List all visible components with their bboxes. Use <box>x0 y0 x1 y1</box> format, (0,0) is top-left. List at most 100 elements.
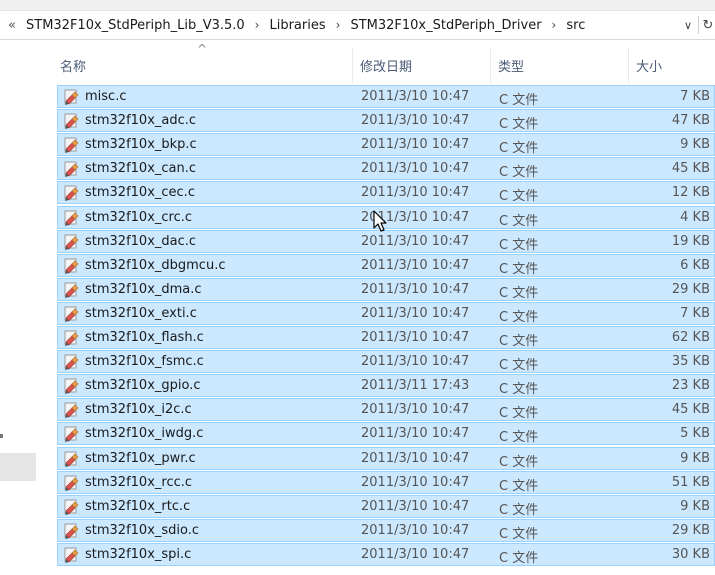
file-size: 45 KB <box>671 161 710 177</box>
file-type: C 文件 <box>499 358 539 374</box>
breadcrumb-overflow-button[interactable]: « <box>2 18 22 33</box>
file-row[interactable]: stm32f10x_i2c.c 2011/3/10 10:47 C 文件 45 KB <box>57 398 715 422</box>
file-modified-date: 2011/3/10 10:47 <box>361 233 470 249</box>
address-bar[interactable]: « STM32F10x_StdPeriph_Lib_V3.5.0 › Libra… <box>0 11 715 40</box>
file-size: 29 KB <box>671 281 710 297</box>
column-divider[interactable] <box>490 48 491 84</box>
breadcrumb: « STM32F10x_StdPeriph_Lib_V3.5.0 › Libra… <box>0 11 589 39</box>
c-source-file-icon <box>64 475 79 491</box>
breadcrumb-item-libraries[interactable]: Libraries <box>265 18 329 33</box>
file-type: C 文件 <box>499 165 539 181</box>
c-source-file-icon <box>64 523 79 539</box>
file-row[interactable]: stm32f10x_cec.c 2011/3/10 10:47 C 文件 12 KB <box>57 181 715 205</box>
file-name: stm32f10x_spi.c <box>85 546 192 562</box>
c-source-file-icon <box>64 499 79 515</box>
nav-item-marker <box>0 434 3 438</box>
breadcrumb-separator-icon[interactable]: › <box>249 18 266 32</box>
breadcrumb-separator-icon[interactable]: › <box>330 18 347 32</box>
file-type: C 文件 <box>499 526 539 542</box>
c-source-file-icon <box>64 451 79 467</box>
file-type: C 文件 <box>499 117 539 133</box>
file-row[interactable]: stm32f10x_spi.c 2011/3/10 10:47 C 文件 30 KB <box>57 542 715 566</box>
file-size: 35 KB <box>671 354 710 370</box>
file-type: C 文件 <box>499 502 539 518</box>
file-row[interactable]: stm32f10x_gpio.c 2011/3/11 17:43 C 文件 23 KB <box>57 374 715 398</box>
column-header-size[interactable]: 大小 <box>636 56 662 75</box>
column-header: ^ 名称 修改日期 类型 大小 <box>52 40 715 84</box>
file-size: 9 KB <box>680 450 710 466</box>
file-modified-date: 2011/3/10 10:47 <box>361 113 470 129</box>
file-size: 23 KB <box>671 378 710 394</box>
file-row[interactable]: stm32f10x_dbgmcu.c 2011/3/10 10:47 C 文件 6 K… <box>57 253 715 277</box>
navigation-pane[interactable] <box>0 40 40 575</box>
file-size: 51 KB <box>671 474 710 490</box>
file-type: C 文件 <box>499 430 539 446</box>
file-row[interactable]: stm32f10x_bkp.c 2011/3/10 10:47 C 文件 9 KB <box>57 133 715 157</box>
c-source-file-icon <box>64 89 79 105</box>
file-type: C 文件 <box>499 261 539 277</box>
file-modified-date: 2011/3/10 10:47 <box>361 281 470 297</box>
file-row[interactable]: misc.c 2011/3/10 10:47 C 文件 7 KB <box>57 85 715 108</box>
file-size: 9 KB <box>680 498 710 514</box>
breadcrumb-item-src[interactable]: src <box>562 18 589 33</box>
file-type: C 文件 <box>499 406 539 422</box>
file-name: stm32f10x_sdio.c <box>85 522 200 538</box>
file-size: 5 KB <box>680 426 710 442</box>
window-top-strip <box>0 0 715 11</box>
file-size: 47 KB <box>671 113 710 129</box>
file-row[interactable]: stm32f10x_rcc.c 2011/3/10 10:47 C 文件 51 KB <box>57 470 715 494</box>
file-row[interactable]: stm32f10x_adc.c 2011/3/10 10:47 C 文件 47 KB <box>57 109 715 133</box>
file-modified-date: 2011/3/10 10:47 <box>361 185 470 201</box>
breadcrumb-item-driver[interactable]: STM32F10x_StdPeriph_Driver <box>346 18 545 33</box>
column-header-type[interactable]: 类型 <box>498 56 524 75</box>
file-modified-date: 2011/3/10 10:47 <box>361 474 470 490</box>
column-divider[interactable] <box>352 48 353 84</box>
c-source-file-icon <box>64 137 79 154</box>
file-type: C 文件 <box>499 334 539 349</box>
file-modified-date: 2011/3/10 10:47 <box>361 330 470 345</box>
file-name: stm32f10x_fsmc.c <box>85 354 204 370</box>
file-modified-date: 2011/3/10 10:47 <box>361 305 470 321</box>
column-header-name[interactable]: 名称 <box>60 56 86 75</box>
c-source-file-icon <box>64 161 79 178</box>
breadcrumb-separator-icon[interactable]: › <box>546 18 563 32</box>
file-type: C 文件 <box>499 285 539 301</box>
file-name: stm32f10x_can.c <box>85 161 197 177</box>
file-type: C 文件 <box>499 550 539 566</box>
file-size: 30 KB <box>671 546 710 562</box>
file-row[interactable]: stm32f10x_fsmc.c 2011/3/10 10:47 C 文件 35 KB <box>57 350 715 374</box>
file-name: stm32f10x_bkp.c <box>85 137 197 153</box>
column-header-date[interactable]: 修改日期 <box>360 56 412 75</box>
c-source-file-icon <box>64 378 79 395</box>
file-name: stm32f10x_adc.c <box>85 113 197 129</box>
c-source-file-icon <box>64 113 79 130</box>
file-size: 4 KB <box>680 209 710 225</box>
mouse-cursor-icon <box>373 210 387 232</box>
file-modified-date: 2011/3/10 10:47 <box>361 354 470 370</box>
file-row[interactable]: stm32f10x_can.c 2011/3/10 10:47 C 文件 45 KB <box>57 157 715 181</box>
nav-item-selected[interactable] <box>0 453 36 481</box>
address-divider <box>698 16 699 34</box>
file-row[interactable]: stm32f10x_sdio.c 2011/3/10 10:47 C 文件 29 KB <box>57 518 715 542</box>
file-modified-date: 2011/3/10 10:47 <box>361 450 470 466</box>
c-source-file-icon <box>64 306 79 322</box>
file-modified-date: 2011/3/11 17:43 <box>361 378 470 394</box>
file-row[interactable]: stm32f10x_exti.c 2011/3/10 10:47 C 文件 7 KB <box>57 301 715 325</box>
file-row[interactable]: stm32f10x_rtc.c 2011/3/10 10:47 C 文件 9 KB <box>57 494 715 518</box>
file-name: stm32f10x_iwdg.c <box>85 426 204 442</box>
address-history-dropdown-icon[interactable]: ∨ <box>680 19 696 32</box>
file-name: stm32f10x_pwr.c <box>85 450 196 466</box>
c-source-file-icon <box>64 258 79 274</box>
c-source-file-icon <box>64 354 79 371</box>
file-size: 9 KB <box>680 137 710 153</box>
file-size: 29 KB <box>671 522 710 538</box>
column-divider[interactable] <box>628 48 629 84</box>
file-type: C 文件 <box>499 141 539 157</box>
file-row[interactable]: stm32f10x_flash.c 2011/3/10 10:47 C 文件 62 K… <box>57 326 715 349</box>
file-row[interactable]: stm32f10x_pwr.c 2011/3/10 10:47 C 文件 9 KB <box>57 446 715 470</box>
file-row[interactable]: stm32f10x_dma.c 2011/3/10 10:47 C 文件 29 KB <box>57 277 715 301</box>
breadcrumb-item-lib[interactable]: STM32F10x_StdPeriph_Lib_V3.5.0 <box>22 18 249 33</box>
file-modified-date: 2011/3/10 10:47 <box>361 498 470 514</box>
refresh-icon[interactable]: ↻ <box>701 18 715 33</box>
file-row[interactable]: stm32f10x_iwdg.c 2011/3/10 10:47 C 文件 5 KB <box>57 422 715 446</box>
